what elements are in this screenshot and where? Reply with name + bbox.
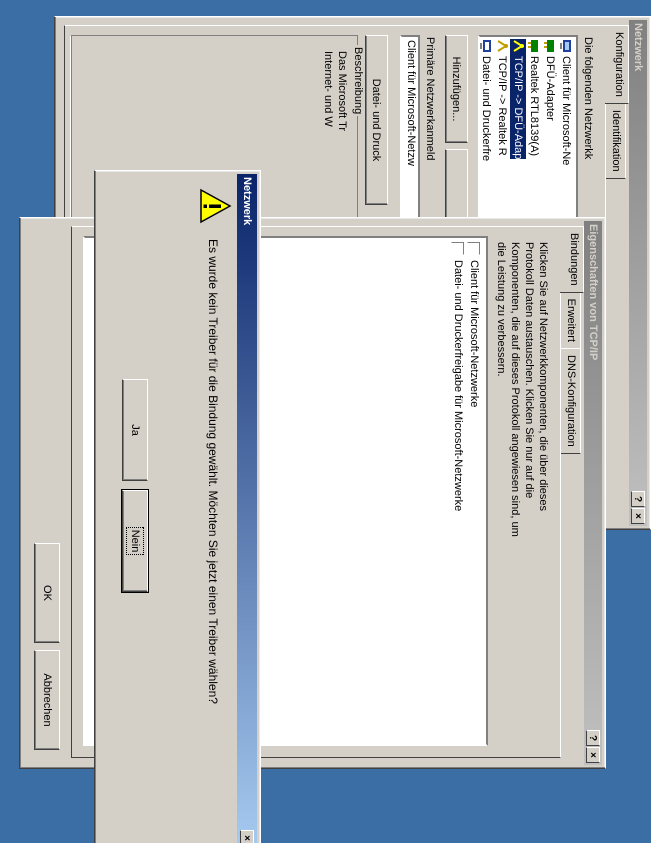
list-item[interactable]: Datei- und Druckerfre [478, 39, 494, 161]
help-button[interactable]: ? [586, 730, 600, 746]
description-text: Das Microsoft Tr [336, 51, 348, 132]
help-button[interactable]: ? [631, 491, 645, 507]
protocol-icon [497, 40, 508, 52]
list-item[interactable]: Realtek RTL8139(A) [526, 39, 542, 156]
tcpip-window-title: Eigenschaften von TCP/IP [587, 224, 599, 361]
tab-dns-konfiguration[interactable]: DNS-Konfiguration [560, 348, 581, 454]
tab-identifikation[interactable]: Identifikation [605, 102, 626, 179]
cancel-button[interactable]: Abbrechen [34, 650, 60, 750]
description-text: Internet- und W [322, 51, 334, 127]
yes-button[interactable]: Ja [122, 379, 148, 481]
no-button[interactable]: Nein [121, 486, 149, 596]
dialog-title: Netzwerk [241, 177, 253, 226]
ok-button[interactable]: OK [34, 543, 60, 643]
network-window-title: Netzwerk [632, 23, 644, 72]
binding-checkbox[interactable] [467, 242, 481, 255]
network-tabs: Konfiguration Identifikation [605, 25, 629, 179]
tab-konfiguration[interactable]: Konfiguration [605, 25, 629, 104]
bindings-description: Komponenten, die auf dieses Protokoll an… [509, 242, 521, 537]
add-button[interactable]: Hinzufügen... [445, 35, 468, 143]
description-label: Beschreibung [352, 45, 364, 117]
binding-item[interactable]: Datei- und Druckerfreigabe für Microsoft… [450, 242, 466, 511]
bindings-description: die Leistung zu verbessern. [495, 242, 507, 377]
binding-item[interactable]: Client für Microsoft-Netzwerke [466, 242, 482, 407]
netzwerk-dialog: Netzwerk × Es wurde kein Treiber für die… [94, 170, 261, 843]
list-intro-label: Die folgenden Netzwerkk [582, 37, 594, 160]
close-button[interactable]: × [240, 830, 254, 843]
tcpip-tabs: Bindungen Erweitert DNS-Konfiguration [560, 226, 584, 454]
adapter-icon [544, 40, 554, 52]
bindings-description: Protokoll Daten austauschen. Klicken Sie… [523, 242, 535, 499]
tab-bindungen[interactable]: Bindungen [560, 226, 584, 293]
network-window-titlebar[interactable]: Netzwerk [629, 20, 647, 526]
list-item[interactable]: TCP/IP -> Realtek R [494, 39, 510, 156]
dialog-message: Es wurde kein Treiber für die Bindung ge… [206, 239, 220, 704]
close-button[interactable]: × [631, 508, 645, 524]
tab-erweitert[interactable]: Erweitert [560, 291, 581, 350]
list-item[interactable]: Client für Microsoft-Ne [558, 39, 574, 165]
bindings-description: Klicken Sie auf Netzwerkkomponenten, die… [537, 242, 549, 512]
client-icon [560, 40, 571, 52]
adapter-icon [528, 40, 538, 52]
desktop: Netzwerk ? × Konfiguration Identifikatio… [0, 0, 651, 843]
file-print-sharing-button[interactable]: Datei- und Druck [365, 35, 388, 205]
binding-checkbox[interactable] [451, 242, 465, 255]
tcpip-window-titlebar[interactable]: Eigenschaften von TCP/IP [584, 221, 602, 765]
dialog-titlebar[interactable]: Netzwerk [237, 174, 257, 843]
protocol-icon [513, 40, 524, 52]
close-button[interactable]: × [586, 747, 600, 763]
list-item[interactable]: DFÜ-Adapter [542, 39, 558, 121]
list-item[interactable]: TCP/IP -> DFÜ-Adap [510, 39, 526, 160]
service-icon [480, 40, 491, 52]
warning-icon [200, 188, 232, 224]
primary-logon-label: Primäre Netzwerkanmeld [424, 37, 436, 161]
